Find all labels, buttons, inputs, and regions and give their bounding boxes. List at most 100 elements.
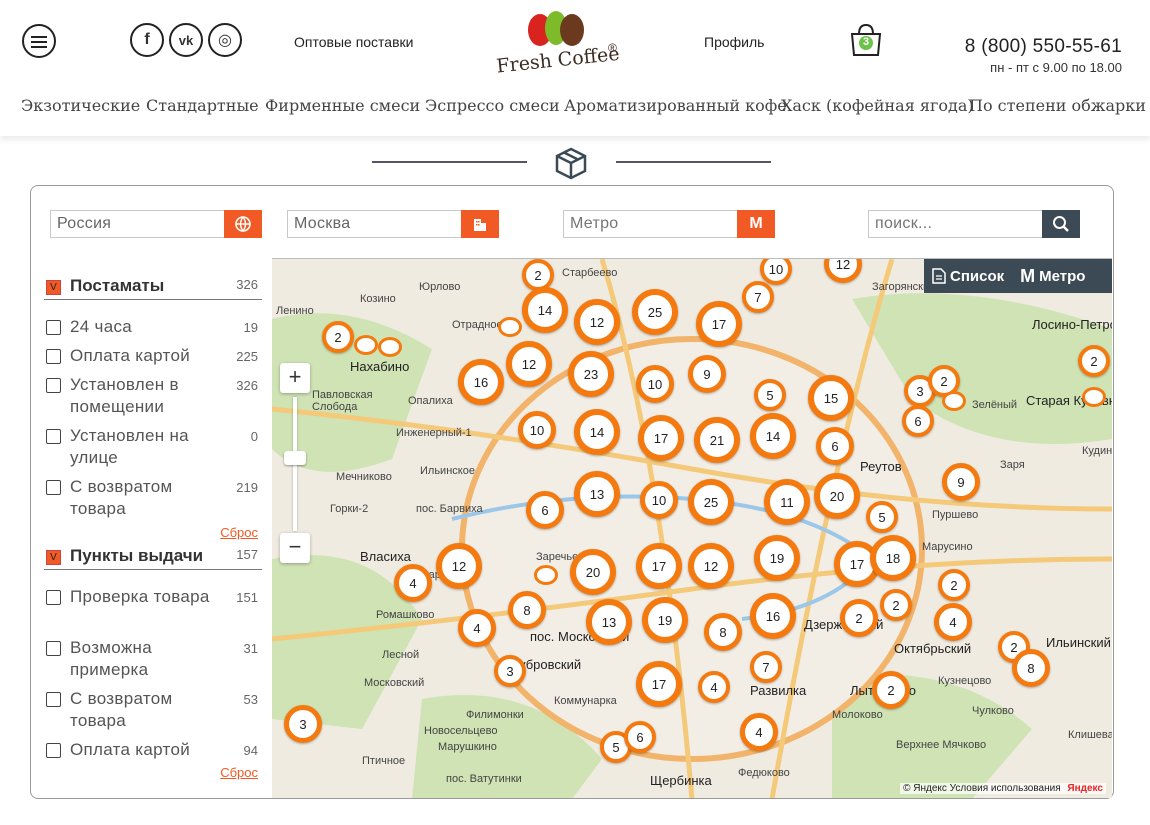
postamat-marker[interactable] — [534, 565, 558, 585]
nav-item-exotic[interactable]: Экзотические — [21, 96, 140, 115]
map-cluster[interactable]: 7 — [742, 281, 774, 313]
map-cluster[interactable]: 21 — [694, 417, 740, 463]
checkbox[interactable] — [46, 743, 61, 758]
list-view-button[interactable]: Список — [932, 268, 1004, 285]
checkbox[interactable] — [46, 641, 61, 656]
map-cluster[interactable]: 12 — [506, 341, 552, 387]
map-cluster[interactable]: 10 — [640, 481, 678, 519]
map-cluster[interactable]: 19 — [642, 597, 688, 643]
map-cluster[interactable]: 6 — [816, 427, 854, 465]
map-cluster[interactable]: 15 — [808, 375, 854, 421]
map-cluster[interactable]: 6 — [624, 721, 656, 753]
reset-postamats-link[interactable]: Сброс — [220, 525, 258, 540]
postamat-marker[interactable] — [378, 337, 402, 357]
nav-item-espresso-blends[interactable]: Эспрессо смеси — [425, 96, 560, 115]
map-cluster[interactable]: 8 — [508, 591, 546, 629]
map-cluster[interactable]: 6 — [902, 405, 934, 437]
map-cluster[interactable]: 12 — [436, 543, 482, 589]
checkbox[interactable] — [46, 480, 61, 495]
nav-item-flavored[interactable]: Ароматизированный кофе — [564, 96, 787, 115]
map-cluster[interactable]: 17 — [696, 301, 742, 347]
map-cluster[interactable]: 25 — [632, 289, 678, 335]
map-cluster[interactable]: 4 — [934, 603, 972, 641]
map-cluster[interactable]: 4 — [698, 671, 730, 703]
map-cluster[interactable]: 11 — [764, 479, 810, 525]
cart-icon[interactable]: 3 — [848, 22, 884, 58]
pickup-points-checkbox[interactable]: V — [46, 550, 61, 565]
map-cluster[interactable]: 9 — [688, 355, 726, 393]
nav-item-husk[interactable]: Хаск (кофейная ягода) — [781, 96, 974, 115]
postamat-marker[interactable] — [942, 391, 966, 411]
map-cluster[interactable]: 12 — [688, 543, 734, 589]
checkbox[interactable] — [46, 429, 61, 444]
map-cluster[interactable]: 2 — [1078, 345, 1110, 377]
map-cluster[interactable]: 19 — [754, 535, 800, 581]
metro-select[interactable]: M — [563, 210, 775, 238]
map-cluster[interactable]: 2 — [322, 321, 354, 353]
map-cluster[interactable]: 16 — [458, 359, 504, 405]
map-cluster[interactable]: 3 — [284, 705, 322, 743]
zoom-in-button[interactable]: + — [280, 363, 310, 393]
postamat-marker[interactable] — [498, 317, 522, 337]
map-cluster[interactable]: 17 — [636, 543, 682, 589]
map-cluster[interactable]: 6 — [526, 491, 564, 529]
map-cluster[interactable]: 8 — [1012, 649, 1050, 687]
map-cluster[interactable]: 14 — [750, 413, 796, 459]
checkbox[interactable] — [46, 590, 61, 605]
map-cluster[interactable]: 14 — [522, 287, 568, 333]
logo[interactable]: Fresh Coffee ® — [490, 8, 630, 78]
map-cluster[interactable]: 2 — [938, 569, 970, 601]
nav-item-standard[interactable]: Стандартные — [146, 96, 259, 115]
map-cluster[interactable]: 10 — [518, 411, 556, 449]
map-view[interactable]: Старбеево Юрлово Козино Ленино Отрадное … — [272, 258, 1112, 798]
map-cluster[interactable]: 9 — [942, 463, 980, 501]
map-cluster[interactable]: 23 — [568, 351, 614, 397]
checkbox[interactable] — [46, 378, 61, 393]
globe-icon[interactable] — [224, 210, 262, 238]
map-cluster[interactable]: 10 — [636, 365, 674, 403]
map-cluster[interactable]: 18 — [870, 535, 916, 581]
map-cluster[interactable]: 3 — [494, 655, 526, 687]
checkbox[interactable] — [46, 692, 61, 707]
wholesale-link[interactable]: Оптовые поставки — [294, 34, 413, 50]
reset-pickup-link[interactable]: Сброс — [220, 765, 258, 780]
search-icon[interactable] — [1042, 210, 1080, 238]
zoom-out-button[interactable]: − — [280, 533, 310, 563]
menu-icon[interactable] — [22, 24, 56, 58]
map-cluster[interactable]: 2 — [840, 599, 878, 637]
map-cluster[interactable]: 2 — [872, 671, 910, 709]
map-cluster[interactable]: 25 — [688, 479, 734, 525]
map-cluster[interactable]: 4 — [394, 564, 432, 602]
metro-view-button[interactable]: M Метро — [1020, 266, 1085, 287]
facebook-icon[interactable]: f — [130, 23, 164, 57]
map-cluster[interactable]: 8 — [704, 613, 742, 651]
search-field[interactable] — [868, 210, 1080, 238]
map-cluster[interactable]: 20 — [570, 549, 616, 595]
metro-icon[interactable]: M — [737, 210, 775, 238]
profile-link[interactable]: Профиль — [704, 34, 764, 50]
map-cluster[interactable]: 13 — [586, 599, 632, 645]
map-cluster[interactable]: 5 — [866, 501, 898, 533]
postamat-marker[interactable] — [1082, 387, 1106, 407]
map-cluster[interactable]: 4 — [740, 713, 778, 751]
map-cluster[interactable]: 14 — [574, 409, 620, 455]
city-select[interactable] — [287, 210, 499, 238]
map-cluster[interactable]: 17 — [636, 661, 682, 707]
postamat-marker[interactable] — [354, 335, 378, 355]
map-cluster[interactable]: 2 — [880, 589, 912, 621]
group-pickup-points[interactable]: V Пункты выдачи 157 — [44, 540, 262, 570]
map-cluster[interactable]: 4 — [458, 609, 496, 647]
map-cluster[interactable]: 7 — [750, 651, 782, 683]
phone-number[interactable]: 8 (800) 550-55-61 — [965, 36, 1122, 58]
map-cluster[interactable]: 16 — [750, 593, 796, 639]
map-cluster[interactable]: 2 — [522, 259, 554, 291]
nav-item-roast[interactable]: По степени обжарки — [969, 96, 1146, 115]
building-icon[interactable] — [461, 210, 499, 238]
map-cluster[interactable]: 17 — [638, 415, 684, 461]
map-cluster[interactable]: 12 — [574, 299, 620, 345]
postamats-checkbox[interactable]: V — [46, 280, 61, 295]
zoom-slider-handle[interactable] — [284, 451, 306, 465]
map-cluster[interactable]: 5 — [754, 379, 786, 411]
country-select[interactable] — [50, 210, 262, 238]
map-cluster[interactable]: 13 — [574, 471, 620, 517]
